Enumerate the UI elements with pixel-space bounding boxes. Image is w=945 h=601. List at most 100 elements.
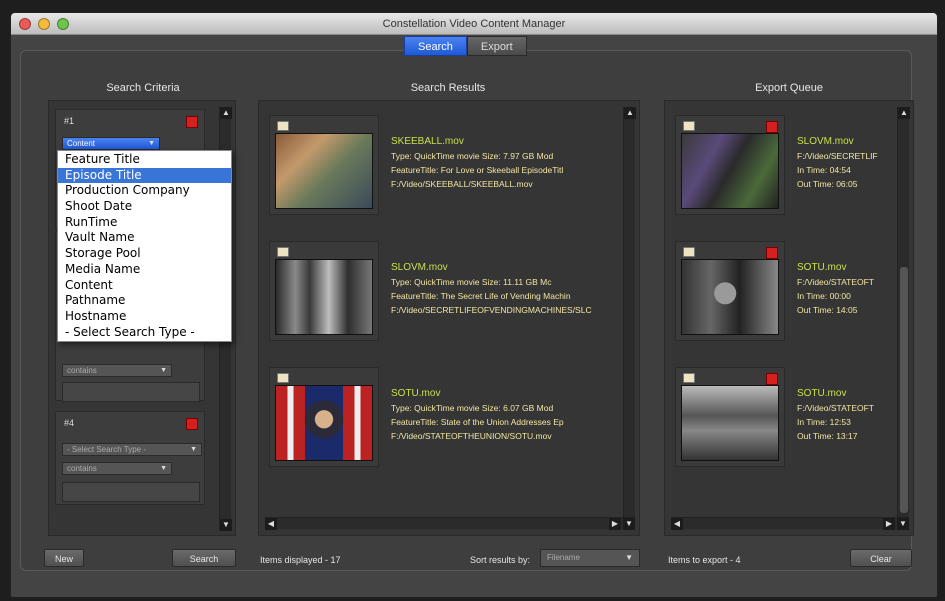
search-results-panel: SKEEBALL.mov Type: QuickTime movie Size:… (258, 100, 640, 536)
scroll-down-button[interactable]: ▼ (220, 519, 232, 531)
delete-criteria-button[interactable] (186, 418, 198, 430)
tab-search[interactable]: Search (404, 36, 467, 56)
dropdown-item[interactable]: Pathname (58, 293, 231, 309)
result-filename[interactable]: SLOVM.mov (391, 261, 619, 275)
result-filename[interactable]: SOTU.mov (391, 387, 619, 401)
criteria-op-select[interactable]: contains ▼ (62, 462, 172, 475)
scroll-left-button[interactable]: ◀ (671, 518, 683, 530)
export-item[interactable]: SOTU.mov F:/Video/STATEOFT In Time: 00:0… (675, 241, 905, 355)
sort-select[interactable]: Filename ▼ (540, 549, 640, 567)
result-filename[interactable]: SKEEBALL.mov (391, 135, 619, 149)
export-item[interactable]: SOTU.mov F:/Video/STATEOFT In Time: 12:5… (675, 367, 905, 481)
delete-criteria-button[interactable] (186, 116, 198, 128)
video-thumbnail (681, 259, 779, 335)
dropdown-item[interactable]: Media Name (58, 262, 231, 278)
remove-export-button[interactable] (766, 121, 778, 133)
search-button[interactable]: Search (172, 549, 236, 567)
criteria-value-input[interactable] (62, 482, 200, 502)
export-path: F:/Video/STATEOFT (797, 277, 874, 287)
criteria-type-value: - Select Search Type - (67, 445, 146, 454)
result-feature-title: FeatureTitle: The Secret Life of Vending… (391, 291, 571, 301)
scroll-left-button[interactable]: ◀ (265, 518, 277, 530)
search-results-heading: Search Results (410, 82, 486, 94)
export-out-time: Out Time: 14:05 (797, 305, 858, 315)
thumbnail-frame (675, 367, 785, 467)
chevron-down-icon: ▼ (160, 465, 167, 472)
result-item[interactable]: SKEEBALL.mov Type: QuickTime movie Size:… (269, 115, 614, 229)
criteria-type-value: Content (67, 139, 96, 148)
scroll-down-button[interactable]: ▼ (897, 518, 909, 530)
result-type-size: Type: QuickTime movie Size: 11.11 GB Mc (391, 277, 552, 287)
criteria-type-select[interactable]: Content ▼ (62, 137, 160, 150)
export-queue-heading: Export Queue (755, 82, 823, 94)
export-vertical-scrollbar[interactable]: ▲ (897, 107, 910, 517)
folder-icon[interactable] (683, 121, 695, 131)
scroll-right-button[interactable]: ▶ (883, 518, 895, 530)
dropdown-item[interactable]: Shoot Date (58, 199, 231, 215)
export-horizontal-scrollbar[interactable]: ◀ ▶ ▼ (671, 517, 909, 530)
video-thumbnail (275, 133, 373, 209)
scroll-down-button[interactable]: ▼ (623, 518, 635, 530)
items-to-export-label: Items to export - 4 (668, 555, 741, 565)
new-button[interactable]: New (44, 549, 84, 567)
dropdown-item[interactable]: Vault Name (58, 230, 231, 246)
result-item[interactable]: SLOVM.mov Type: QuickTime movie Size: 11… (269, 241, 614, 355)
remove-export-button[interactable] (766, 373, 778, 385)
thumbnail-frame (269, 115, 379, 215)
video-thumbnail (681, 385, 779, 461)
scroll-up-button[interactable]: ▲ (220, 107, 232, 119)
dropdown-item[interactable]: Hostname (58, 309, 231, 325)
chevron-down-icon: ▼ (160, 367, 167, 374)
thumbnail-frame (675, 241, 785, 341)
clear-button[interactable]: Clear (850, 549, 912, 567)
export-filename[interactable]: SOTU.mov (797, 261, 901, 275)
folder-icon[interactable] (277, 247, 289, 257)
dropdown-item[interactable]: Production Company (58, 183, 231, 199)
export-path: F:/Video/STATEOFT (797, 403, 874, 413)
remove-export-button[interactable] (766, 247, 778, 259)
export-filename[interactable]: SLOVM.mov (797, 135, 901, 149)
result-feature-title: FeatureTitle: For Love or Skeeball Episo… (391, 165, 564, 175)
scroll-up-button[interactable]: ▲ (898, 107, 910, 119)
result-type-size: Type: QuickTime movie Size: 6.07 GB Mod (391, 403, 554, 413)
tab-export[interactable]: Export (466, 36, 527, 56)
criteria-op-value: contains (67, 366, 97, 375)
chevron-down-icon: ▼ (148, 140, 155, 147)
sort-label: Sort results by: (470, 555, 531, 565)
results-horizontal-scrollbar[interactable]: ◀ ▶ ▼ (265, 517, 635, 530)
scroll-right-button[interactable]: ▶ (609, 518, 621, 530)
dropdown-item[interactable]: RunTime (58, 215, 231, 231)
folder-icon[interactable] (683, 373, 695, 383)
folder-icon[interactable] (683, 247, 695, 257)
dropdown-item[interactable]: Storage Pool (58, 246, 231, 262)
criteria-type-select[interactable]: - Select Search Type - ▼ (62, 443, 202, 456)
results-vertical-scrollbar[interactable]: ▲ (623, 107, 636, 517)
result-details: SKEEBALL.mov Type: QuickTime movie Size:… (391, 135, 619, 191)
chevron-down-icon: ▼ (625, 553, 633, 562)
criteria-box-4: #4 - Select Search Type - ▼ contains ▼ (55, 411, 205, 505)
criteria-op-select[interactable]: contains ▼ (62, 364, 172, 377)
result-path: F:/Video/STATEOFTHEUNION/SOTU.mov (391, 431, 552, 441)
export-in-time: In Time: 00:00 (797, 291, 851, 301)
export-item[interactable]: SLOVM.mov F:/Video/SECRETLIF In Time: 04… (675, 115, 905, 229)
dropdown-item[interactable]: Feature Title (58, 152, 231, 168)
scroll-thumb[interactable] (900, 267, 908, 513)
result-path: F:/Video/SECRETLIFEOFVENDINGMACHINES/SLC (391, 305, 592, 315)
dropdown-item[interactable]: - Select Search Type - (58, 325, 231, 341)
thumbnail-frame (269, 367, 379, 467)
export-out-time: Out Time: 13:17 (797, 431, 858, 441)
dropdown-item-selected[interactable]: Episode Title (58, 167, 231, 184)
scroll-up-button[interactable]: ▲ (624, 107, 636, 119)
video-thumbnail (275, 385, 373, 461)
criteria-value-input[interactable] (62, 382, 200, 402)
search-type-dropdown[interactable]: Feature Title Episode Title Production C… (57, 150, 232, 343)
export-filename[interactable]: SOTU.mov (797, 387, 901, 401)
result-feature-title: FeatureTitle: State of the Union Address… (391, 417, 564, 427)
folder-icon[interactable] (277, 121, 289, 131)
result-item[interactable]: SOTU.mov Type: QuickTime movie Size: 6.0… (269, 367, 614, 481)
folder-icon[interactable] (277, 373, 289, 383)
export-details: SOTU.mov F:/Video/STATEOFT In Time: 12:5… (797, 387, 901, 443)
dropdown-item[interactable]: Content (58, 278, 231, 294)
export-path: F:/Video/SECRETLIF (797, 151, 878, 161)
export-details: SLOVM.mov F:/Video/SECRETLIF In Time: 04… (797, 135, 901, 191)
